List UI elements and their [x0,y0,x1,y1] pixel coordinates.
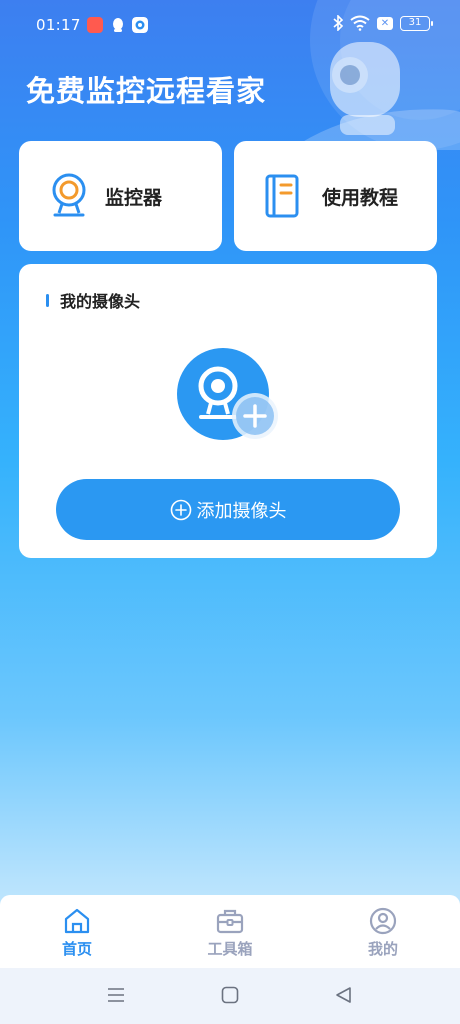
book-icon [262,172,302,220]
tab-home-label: 首页 [61,940,92,958]
toolbox-icon [216,909,244,934]
monitor-label: 监控器 [105,186,163,209]
tutorial-card[interactable]: 使用教程 [234,141,437,251]
system-nav-bar [0,968,460,1024]
page-title: 免费监控远程看家 [26,74,267,108]
red-app-icon [87,17,103,33]
tab-toolbox[interactable]: 工具箱 [170,895,290,968]
bottom-tab-bar: 首页 工具箱 我的 [0,895,460,968]
add-camera-button[interactable]: 添加摄像头 [56,479,400,540]
monitor-card[interactable]: 监控器 [19,141,222,251]
section-header: 我的摄像头 [46,288,140,312]
qq-icon [113,18,123,32]
back-triangle-icon[interactable] [334,986,352,1004]
home-icon [64,908,90,934]
home-square-icon[interactable] [221,986,239,1004]
my-cameras-card: 我的摄像头 添加摄像头 [19,264,437,558]
tutorial-label: 使用教程 [322,186,399,209]
add-camera-label: 添加摄像头 [196,500,287,522]
plus-circle-icon [170,499,191,520]
user-icon [369,907,397,935]
webcam-icon [49,172,89,220]
tab-home[interactable]: 首页 [17,895,137,968]
section-marker [46,293,49,307]
section-title: 我的摄像头 [60,292,141,311]
tab-toolbox-label: 工具箱 [207,940,253,958]
tab-mine-label: 我的 [367,940,398,958]
webcam-add-icon [177,348,278,440]
tab-mine[interactable]: 我的 [323,895,443,968]
camera-app-icon [132,17,148,33]
status-time: 01:17 [36,16,81,34]
menu-icon[interactable] [107,986,125,1004]
